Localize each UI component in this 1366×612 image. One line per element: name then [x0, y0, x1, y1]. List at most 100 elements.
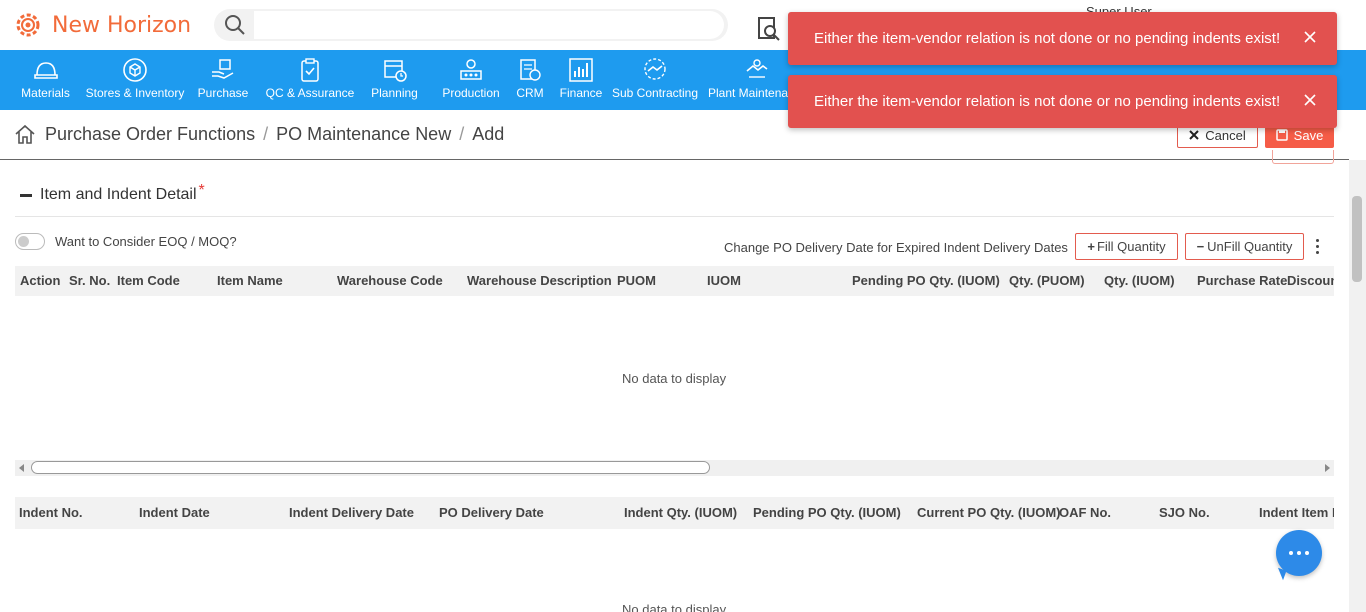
- column-header[interactable]: SJO No.: [1159, 505, 1210, 520]
- column-header[interactable]: Action: [20, 273, 60, 288]
- nav-label: Purchase: [197, 86, 249, 100]
- column-header[interactable]: Discoun: [1287, 273, 1334, 288]
- column-header[interactable]: Item Code: [117, 273, 180, 288]
- close-icon: [1189, 130, 1199, 140]
- cancel-label: Cancel: [1205, 127, 1246, 143]
- scroll-left-icon[interactable]: [19, 464, 24, 472]
- column-header[interactable]: Indent Item R: [1259, 505, 1334, 520]
- breadcrumb-separator: /: [263, 124, 269, 144]
- breadcrumb-purchase-order-functions[interactable]: Purchase Order Functions: [45, 124, 255, 145]
- column-header[interactable]: Indent No.: [19, 505, 83, 520]
- close-icon[interactable]: [1303, 93, 1317, 107]
- item-grid-horizontal-scrollbar[interactable]: [15, 460, 1334, 476]
- cube-icon: [123, 58, 147, 82]
- column-header[interactable]: Qty. (PUOM): [1009, 273, 1085, 288]
- nav-label: Sub Contracting: [611, 86, 699, 100]
- column-header[interactable]: Warehouse Code: [337, 273, 443, 288]
- eoq-moq-label: Want to Consider EOQ / MOQ?: [55, 234, 237, 249]
- breadcrumb-po-maintenance-new[interactable]: PO Maintenance New: [276, 124, 451, 145]
- nav-label: Plant Maintena: [708, 86, 789, 100]
- gear-logo-icon: [16, 13, 40, 37]
- column-header[interactable]: Sr. No.: [69, 273, 110, 288]
- column-header[interactable]: Warehouse Description: [467, 273, 612, 288]
- nav-label: Production: [442, 86, 500, 100]
- save-label: Save: [1293, 127, 1324, 143]
- fill-quantity-label: Fill Quantity: [1096, 239, 1166, 254]
- fill-quantity-button[interactable]: + Fill Quantity: [1075, 233, 1178, 260]
- nav-item-stores-inventory[interactable]: Stores & Inventory: [86, 50, 184, 110]
- item-grid-empty-text: No data to display: [622, 371, 727, 386]
- collapse-icon[interactable]: [20, 193, 32, 197]
- column-header[interactable]: Item Name: [217, 273, 283, 288]
- nav-label: Finance: [559, 86, 603, 100]
- crm-icon: [520, 59, 541, 81]
- required-mark: *: [198, 182, 205, 199]
- scroll-right-icon[interactable]: [1325, 464, 1330, 472]
- nav-item-plant-maintenance[interactable]: Plant Maintena: [702, 50, 798, 110]
- column-header[interactable]: Indent Delivery Date: [289, 505, 414, 520]
- column-header[interactable]: PUOM: [617, 273, 656, 288]
- nav-label: Planning: [371, 86, 418, 100]
- chat-bubble-icon[interactable]: [1276, 530, 1322, 576]
- column-header[interactable]: Qty. (IUOM): [1104, 273, 1175, 288]
- change-po-delivery-date-label[interactable]: Change PO Delivery Date for Expired Inde…: [724, 240, 1068, 255]
- error-toast: Either the item-vendor relation is not d…: [788, 12, 1337, 65]
- app-name: New Horizon: [52, 12, 192, 38]
- nav-item-sub-contracting[interactable]: Sub Contracting: [608, 50, 702, 110]
- home-icon[interactable]: [14, 123, 36, 145]
- item-grid-header: Action Sr. No. Item Code Item Name Wareh…: [15, 266, 1334, 296]
- column-header[interactable]: Indent Date: [139, 505, 210, 520]
- section-divider: [15, 216, 1334, 217]
- breadcrumb-separator: /: [459, 124, 465, 144]
- app-logo[interactable]: New Horizon: [12, 9, 191, 41]
- search-icon[interactable]: [224, 14, 246, 36]
- factory-icon: [460, 59, 482, 80]
- section-title: Item and Indent Detail: [40, 186, 197, 203]
- indent-grid-header: Indent No. Indent Date Indent Delivery D…: [15, 497, 1334, 529]
- nav-label: Materials: [21, 86, 70, 100]
- indent-grid-empty-text: No data to display: [622, 602, 727, 612]
- helmet-icon: [33, 62, 58, 79]
- unfill-quantity-label: UnFill Quantity: [1207, 239, 1293, 254]
- plus-icon: +: [1087, 239, 1095, 254]
- eoq-moq-toggle[interactable]: [15, 233, 45, 250]
- global-search: [214, 9, 728, 41]
- page-vertical-scrollbar[interactable]: [1349, 160, 1366, 612]
- save-icon: [1275, 129, 1288, 141]
- document-search-icon[interactable]: [756, 16, 782, 42]
- breadcrumb-add: Add: [472, 124, 505, 144]
- toast-message: Either the item-vendor relation is not d…: [814, 93, 1281, 110]
- nav-item-materials[interactable]: Materials: [0, 50, 91, 110]
- nav-item-qc-assurance[interactable]: QC & Assurance: [265, 50, 355, 110]
- column-header[interactable]: Current PO Qty. (IUOM): [917, 505, 1060, 520]
- nav-item-purchase[interactable]: Purchase: [179, 50, 267, 110]
- scrollbar-thumb[interactable]: [31, 461, 710, 474]
- nav-item-finance[interactable]: Finance: [554, 50, 608, 110]
- column-header[interactable]: Pending PO Qty. (IUOM): [852, 273, 1000, 288]
- nav-item-production[interactable]: Production: [436, 50, 506, 110]
- nav-label: QC & Assurance: [265, 86, 355, 100]
- column-header[interactable]: PO Delivery Date: [439, 505, 544, 520]
- column-header[interactable]: Purchase Rate: [1197, 273, 1287, 288]
- search-input[interactable]: [254, 11, 724, 39]
- close-icon[interactable]: [1303, 30, 1317, 44]
- column-header[interactable]: Indent Qty. (IUOM): [624, 505, 737, 520]
- column-header[interactable]: OAF No.: [1059, 505, 1111, 520]
- hidden-button-edge: [1272, 150, 1334, 164]
- calendar-clock-icon: [383, 60, 407, 82]
- hand-box-icon: [212, 59, 234, 79]
- bar-chart-icon: [569, 58, 593, 82]
- minus-icon: −: [1196, 239, 1205, 254]
- toast-message: Either the item-vendor relation is not d…: [814, 30, 1281, 47]
- unfill-quantity-button[interactable]: − UnFill Quantity: [1185, 233, 1304, 260]
- section-header[interactable]: Item and Indent Detail *: [20, 182, 205, 204]
- scrollbar-thumb[interactable]: [1352, 196, 1362, 282]
- handshake-icon: [644, 58, 666, 80]
- plant-handshake-icon: [746, 59, 768, 78]
- nav-item-crm[interactable]: CRM: [506, 50, 554, 110]
- column-header[interactable]: Pending PO Qty. (IUOM): [753, 505, 901, 520]
- nav-item-planning[interactable]: Planning: [353, 50, 436, 110]
- column-header[interactable]: IUOM: [707, 273, 741, 288]
- more-options-icon[interactable]: [1316, 239, 1320, 257]
- nav-label: CRM: [516, 86, 544, 100]
